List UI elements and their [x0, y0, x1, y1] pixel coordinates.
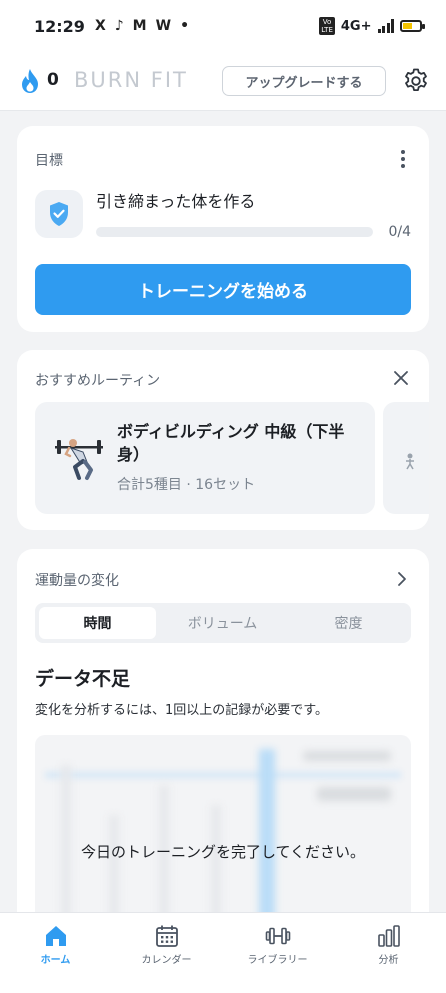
chart-empty-message: 今日のトレーニングを完了してください。 — [80, 843, 366, 861]
battery-icon — [400, 20, 425, 32]
nav-home[interactable]: ホーム — [0, 913, 111, 993]
goal-progress-text: 0/4 — [388, 224, 411, 240]
goal-name: 引き締まった体を作る — [96, 192, 256, 211]
flame-icon — [22, 69, 38, 93]
metric-tabs: 時間 ボリューム 密度 — [35, 603, 411, 643]
nav-analysis-label: 分析 — [378, 955, 399, 966]
w-app-icon: W — [155, 18, 172, 34]
network-type: 4G+ — [340, 18, 372, 34]
close-icon[interactable] — [393, 370, 409, 386]
status-bar: 12:29 X ♪ M W • Vo LTE 4G+ — [0, 0, 446, 52]
nav-library-label: ライブラリー — [247, 955, 308, 966]
tiktok-app-icon: ♪ — [114, 18, 124, 34]
volume-card-title: 運動量の変化 — [35, 573, 119, 589]
calendar-icon — [156, 925, 178, 947]
status-time: 12:29 — [34, 16, 85, 36]
nav-calendar[interactable]: カレンダー — [111, 913, 222, 993]
nav-library[interactable]: ライブラリー — [222, 913, 333, 993]
goal-badge — [35, 190, 83, 238]
no-data-description: 変化を分析するには、1回以上の記録が必要です。 — [35, 703, 328, 718]
chevron-right-icon[interactable] — [397, 571, 407, 587]
goal-card: 目標 引き締まった体を作る 0/4 トレーニングを始める — [17, 126, 429, 332]
recommended-routine-card: おすすめルーティン ボディビルディング 中級（下半身） 合計5種目 · 16セッ… — [17, 350, 429, 530]
goal-card-title: 目標 — [35, 153, 63, 169]
routine-name: ボディビルディング 中級（下半身） — [117, 422, 345, 464]
more-options-icon[interactable] — [401, 150, 407, 171]
bar-chart-icon — [378, 925, 400, 947]
more-notifications-icon: • — [180, 18, 190, 34]
exercise-icon — [406, 453, 414, 470]
chart-placeholder: 今日のトレーニングを完了してください。 — [35, 735, 411, 935]
no-data-title: データ不足 — [35, 668, 131, 690]
gear-icon[interactable] — [403, 68, 429, 94]
x-app-icon: X — [94, 18, 106, 34]
tab-time[interactable]: 時間 — [39, 607, 156, 639]
brand-logo: BURN FIT — [74, 68, 188, 92]
shield-check-icon — [50, 202, 68, 226]
nav-home-label: ホーム — [40, 955, 71, 966]
dumbbell-icon — [265, 927, 291, 945]
streak-count: 0 — [47, 70, 59, 90]
start-training-button[interactable]: トレーニングを始める — [35, 264, 411, 315]
home-icon — [46, 926, 66, 946]
routine-meta: 合計5種目 · 16セット — [117, 477, 256, 493]
routine-card-title: おすすめルーティン — [35, 373, 161, 389]
upgrade-button[interactable]: アップグレードする — [222, 66, 386, 96]
tab-volume[interactable]: ボリューム — [164, 607, 281, 639]
app-header: 0 BURN FIT アップグレードする — [0, 52, 446, 111]
goal-progress-bar — [96, 227, 373, 237]
nav-calendar-label: カレンダー — [141, 955, 192, 966]
tab-density[interactable]: 密度 — [290, 607, 407, 639]
gmail-app-icon: M — [132, 18, 147, 34]
bottom-navigation: ホーム カレンダー ライブラリー 分析 — [0, 912, 446, 993]
squat-exercise-icon — [55, 439, 103, 480]
routine-tile[interactable]: ボディビルディング 中級（下半身） 合計5種目 · 16セット — [35, 402, 375, 514]
nav-analysis[interactable]: 分析 — [333, 913, 444, 993]
routine-tile-next[interactable] — [383, 402, 429, 514]
volte-icon: Vo LTE — [319, 17, 335, 35]
signal-icon — [377, 19, 394, 33]
volume-change-card: 運動量の変化 時間 ボリューム 密度 データ不足 変化を分析するには、1回以上の… — [17, 549, 429, 935]
